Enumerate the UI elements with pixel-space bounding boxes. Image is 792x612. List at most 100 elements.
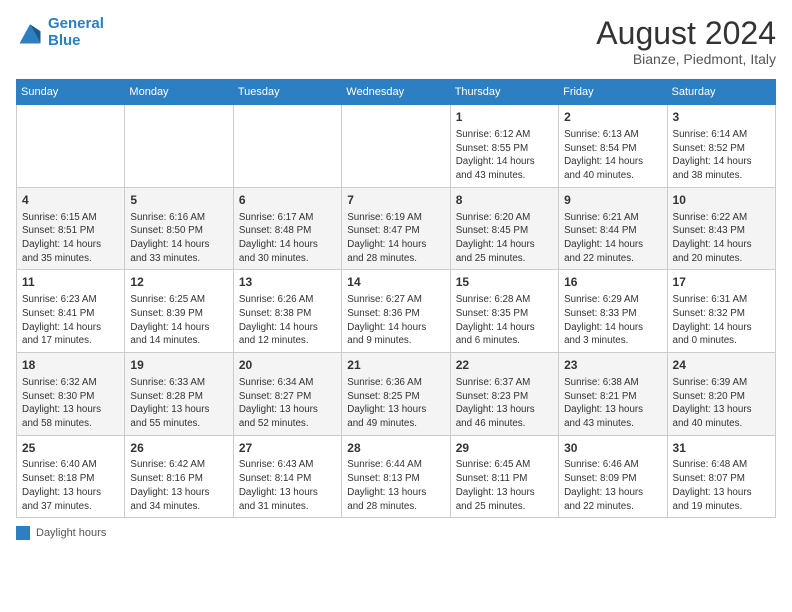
calendar-cell-3-2: 12Sunrise: 6:25 AMSunset: 8:39 PMDayligh…: [125, 270, 233, 353]
day-header-wednesday: Wednesday: [342, 80, 450, 105]
calendar-table: SundayMondayTuesdayWednesdayThursdayFrid…: [16, 79, 776, 518]
calendar-cell-5-1: 25Sunrise: 6:40 AMSunset: 8:18 PMDayligh…: [17, 435, 125, 518]
cell-text-line: Sunset: 8:39 PM: [130, 307, 227, 321]
cell-text-line: Daylight: 14 hours and 0 minutes.: [673, 321, 770, 348]
cell-text-line: Sunset: 8:16 PM: [130, 472, 227, 486]
cell-text-line: Sunrise: 6:34 AM: [239, 376, 336, 390]
cell-text-line: Sunrise: 6:36 AM: [347, 376, 444, 390]
cell-text-line: Sunrise: 6:12 AM: [456, 128, 553, 142]
cell-text-line: Sunrise: 6:23 AM: [22, 293, 119, 307]
day-number: 12: [130, 274, 227, 291]
cell-text-line: Sunset: 8:50 PM: [130, 224, 227, 238]
cell-text-line: Daylight: 13 hours and 22 minutes.: [564, 486, 661, 513]
day-number: 5: [130, 192, 227, 209]
cell-text-line: Sunset: 8:41 PM: [22, 307, 119, 321]
calendar-cell-3-1: 11Sunrise: 6:23 AMSunset: 8:41 PMDayligh…: [17, 270, 125, 353]
cell-text-line: Sunset: 8:38 PM: [239, 307, 336, 321]
cell-text-line: Daylight: 13 hours and 46 minutes.: [456, 403, 553, 430]
cell-text-line: Sunrise: 6:48 AM: [673, 458, 770, 472]
cell-text-line: Sunset: 8:30 PM: [22, 390, 119, 404]
cell-text-line: Sunrise: 6:37 AM: [456, 376, 553, 390]
calendar-cell-1-1: [17, 105, 125, 188]
cell-text-line: Sunset: 8:44 PM: [564, 224, 661, 238]
calendar-cell-1-7: 3Sunrise: 6:14 AMSunset: 8:52 PMDaylight…: [667, 105, 775, 188]
cell-text-line: Daylight: 14 hours and 28 minutes.: [347, 238, 444, 265]
calendar-week-3: 11Sunrise: 6:23 AMSunset: 8:41 PMDayligh…: [17, 270, 776, 353]
cell-text-line: Sunset: 8:23 PM: [456, 390, 553, 404]
day-header-monday: Monday: [125, 80, 233, 105]
logo-line1: General: [48, 15, 104, 32]
calendar-cell-2-2: 5Sunrise: 6:16 AMSunset: 8:50 PMDaylight…: [125, 187, 233, 270]
cell-text-line: Sunrise: 6:13 AM: [564, 128, 661, 142]
cell-text-line: Daylight: 14 hours and 38 minutes.: [673, 155, 770, 182]
location: Bianze, Piedmont, Italy: [596, 51, 776, 67]
calendar-cell-4-5: 22Sunrise: 6:37 AMSunset: 8:23 PMDayligh…: [450, 353, 558, 436]
day-number: 29: [456, 440, 553, 457]
calendar-cell-3-4: 14Sunrise: 6:27 AMSunset: 8:36 PMDayligh…: [342, 270, 450, 353]
day-number: 8: [456, 192, 553, 209]
calendar-cell-4-6: 23Sunrise: 6:38 AMSunset: 8:21 PMDayligh…: [559, 353, 667, 436]
calendar-cell-5-6: 30Sunrise: 6:46 AMSunset: 8:09 PMDayligh…: [559, 435, 667, 518]
cell-text-line: Sunset: 8:55 PM: [456, 142, 553, 156]
cell-text-line: Sunrise: 6:15 AM: [22, 211, 119, 225]
cell-text-line: Sunrise: 6:31 AM: [673, 293, 770, 307]
cell-text-line: Sunset: 8:21 PM: [564, 390, 661, 404]
day-number: 27: [239, 440, 336, 457]
logo-icon: [16, 19, 44, 47]
cell-text-line: Sunset: 8:35 PM: [456, 307, 553, 321]
cell-text-line: Sunrise: 6:28 AM: [456, 293, 553, 307]
cell-text-line: Sunset: 8:36 PM: [347, 307, 444, 321]
cell-text-line: Sunrise: 6:43 AM: [239, 458, 336, 472]
day-number: 10: [673, 192, 770, 209]
calendar-cell-1-6: 2Sunrise: 6:13 AMSunset: 8:54 PMDaylight…: [559, 105, 667, 188]
cell-text-line: Sunrise: 6:32 AM: [22, 376, 119, 390]
calendar-cell-2-3: 6Sunrise: 6:17 AMSunset: 8:48 PMDaylight…: [233, 187, 341, 270]
day-number: 7: [347, 192, 444, 209]
calendar-cell-2-7: 10Sunrise: 6:22 AMSunset: 8:43 PMDayligh…: [667, 187, 775, 270]
day-number: 4: [22, 192, 119, 209]
cell-text-line: Sunrise: 6:14 AM: [673, 128, 770, 142]
cell-text-line: Daylight: 13 hours and 55 minutes.: [130, 403, 227, 430]
cell-text-line: Sunset: 8:43 PM: [673, 224, 770, 238]
day-number: 31: [673, 440, 770, 457]
calendar-cell-4-2: 19Sunrise: 6:33 AMSunset: 8:28 PMDayligh…: [125, 353, 233, 436]
cell-text-line: Daylight: 14 hours and 22 minutes.: [564, 238, 661, 265]
cell-text-line: Sunrise: 6:16 AM: [130, 211, 227, 225]
calendar-cell-3-6: 16Sunrise: 6:29 AMSunset: 8:33 PMDayligh…: [559, 270, 667, 353]
day-number: 13: [239, 274, 336, 291]
cell-text-line: Sunset: 8:52 PM: [673, 142, 770, 156]
cell-text-line: Sunset: 8:07 PM: [673, 472, 770, 486]
cell-text-line: Sunrise: 6:38 AM: [564, 376, 661, 390]
cell-text-line: Sunrise: 6:46 AM: [564, 458, 661, 472]
day-header-friday: Friday: [559, 80, 667, 105]
day-number: 24: [673, 357, 770, 374]
cell-text-line: Sunset: 8:25 PM: [347, 390, 444, 404]
day-header-tuesday: Tuesday: [233, 80, 341, 105]
calendar-cell-5-7: 31Sunrise: 6:48 AMSunset: 8:07 PMDayligh…: [667, 435, 775, 518]
calendar-week-2: 4Sunrise: 6:15 AMSunset: 8:51 PMDaylight…: [17, 187, 776, 270]
cell-text-line: Sunset: 8:32 PM: [673, 307, 770, 321]
day-header-sunday: Sunday: [17, 80, 125, 105]
calendar-cell-4-1: 18Sunrise: 6:32 AMSunset: 8:30 PMDayligh…: [17, 353, 125, 436]
calendar-week-1: 1Sunrise: 6:12 AMSunset: 8:55 PMDaylight…: [17, 105, 776, 188]
day-number: 6: [239, 192, 336, 209]
cell-text-line: Daylight: 13 hours and 19 minutes.: [673, 486, 770, 513]
cell-text-line: Sunrise: 6:39 AM: [673, 376, 770, 390]
day-number: 20: [239, 357, 336, 374]
cell-text-line: Daylight: 13 hours and 25 minutes.: [456, 486, 553, 513]
calendar-week-4: 18Sunrise: 6:32 AMSunset: 8:30 PMDayligh…: [17, 353, 776, 436]
cell-text-line: Sunset: 8:20 PM: [673, 390, 770, 404]
cell-text-line: Daylight: 14 hours and 30 minutes.: [239, 238, 336, 265]
cell-text-line: Sunset: 8:51 PM: [22, 224, 119, 238]
cell-text-line: Daylight: 13 hours and 37 minutes.: [22, 486, 119, 513]
day-number: 23: [564, 357, 661, 374]
cell-text-line: Sunset: 8:48 PM: [239, 224, 336, 238]
calendar-cell-5-2: 26Sunrise: 6:42 AMSunset: 8:16 PMDayligh…: [125, 435, 233, 518]
month-year: August 2024: [596, 16, 776, 51]
cell-text-line: Sunset: 8:18 PM: [22, 472, 119, 486]
cell-text-line: Sunset: 8:09 PM: [564, 472, 661, 486]
cell-text-line: Sunrise: 6:21 AM: [564, 211, 661, 225]
cell-text-line: Daylight: 14 hours and 17 minutes.: [22, 321, 119, 348]
day-number: 17: [673, 274, 770, 291]
cell-text-line: Daylight: 14 hours and 35 minutes.: [22, 238, 119, 265]
